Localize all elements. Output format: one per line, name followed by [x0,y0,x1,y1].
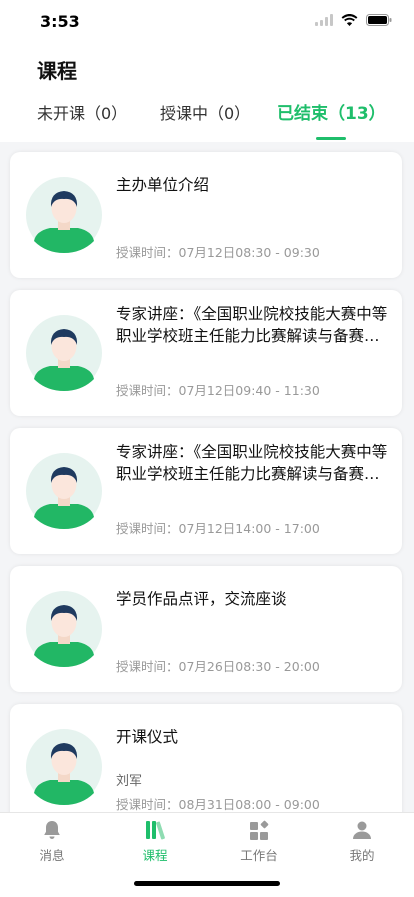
active-tab-indicator [316,137,346,140]
course-title: 开课仪式 [116,728,179,746]
course-time: 授课时间：08月31日08:00 - 09:00 [116,797,320,812]
tabbar-label: 工作台 [240,848,278,863]
course-status-tabs: 未开课（0） 授课中（0） 已结束（13） [0,100,414,142]
books-icon [146,821,165,840]
course-card[interactable]: 开课仪式 刘军 授课时间：08月31日08:00 - 09:00 [10,704,402,812]
tab-not-started[interactable]: 未开课（0） [37,100,127,124]
course-teacher: 刘军 [116,774,143,789]
home-indicator [134,881,280,886]
bell-icon [44,821,60,839]
teacher-avatar-icon [26,453,102,529]
tabbar-item-profile[interactable]: 我的 [322,818,402,864]
tabbar-item-courses[interactable]: 课程 [115,818,195,864]
course-card[interactable]: 专家讲座：《全国职业院校技能大赛中等职业学校班主任能力比赛解读与备赛指导》 授课… [10,290,402,416]
grid-icon [250,820,269,840]
person-icon [353,821,371,839]
tabbar-item-messages[interactable]: 消息 [12,818,92,864]
wifi-icon [341,14,358,26]
teacher-avatar-icon [26,177,102,253]
course-card[interactable]: 专家讲座：《全国职业院校技能大赛中等职业学校班主任能力比赛解读与备赛指导》 授课… [10,428,402,554]
tab-finished[interactable]: 已结束（13） [277,99,386,124]
course-time: 授课时间：07月26日08:30 - 20:00 [116,659,320,674]
status-bar: 3:53 [0,0,414,44]
course-title: 专家讲座：《全国职业院校技能大赛中等职业学校班主任能力比赛解读与备赛指导》 [116,305,388,345]
course-title: 专家讲座：《全国职业院校技能大赛中等职业学校班主任能力比赛解读与备赛指导》 [116,443,388,483]
course-card[interactable]: 学员作品点评，交流座谈 授课时间：07月26日08:30 - 20:00 [10,566,402,692]
tabbar-label: 消息 [39,848,65,863]
tabbar-item-workbench[interactable]: 工作台 [219,818,299,864]
course-card[interactable]: 主办单位介绍 授课时间：07月12日08:30 - 09:30 [10,152,402,278]
page-header: 课程 未开课（0） 授课中（0） 已结束（13） [0,44,414,142]
course-title: 主办单位介绍 [116,176,210,194]
teacher-avatar-icon [26,729,102,805]
course-time: 授课时间：07月12日14:00 - 17:00 [116,521,320,536]
page-title: 课程 [37,59,77,83]
battery-icon [366,14,392,26]
teacher-avatar-icon [26,315,102,391]
tab-in-progress[interactable]: 授课中（0） [160,100,250,124]
teacher-avatar-icon [26,591,102,667]
status-time: 3:53 [40,12,80,31]
tabbar-label: 课程 [142,848,168,863]
course-time: 授课时间：07月12日08:30 - 09:30 [116,245,320,260]
signal-icon [315,14,333,26]
course-list[interactable]: 主办单位介绍 授课时间：07月12日08:30 - 09:30 专家讲座：《全国… [0,142,414,812]
course-title: 学员作品点评，交流座谈 [116,590,287,608]
tabbar-label: 我的 [349,848,375,863]
course-time: 授课时间：07月12日09:40 - 11:30 [116,383,320,398]
status-icons [315,14,392,26]
